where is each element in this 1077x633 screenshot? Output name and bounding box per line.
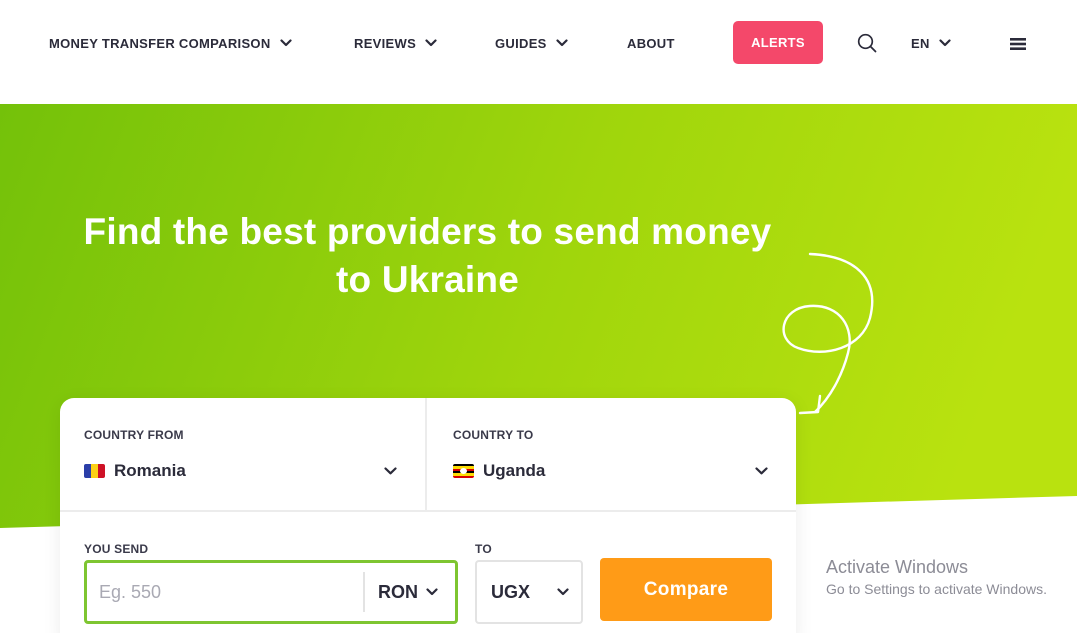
to-label: TO — [475, 542, 492, 556]
compare-button[interactable]: Compare — [600, 558, 772, 621]
send-currency-select[interactable]: RON — [365, 582, 455, 603]
receive-currency-code: UGX — [491, 581, 531, 602]
send-currency-code: RON — [378, 581, 418, 602]
receive-currency-select[interactable]: UGX — [475, 560, 583, 624]
nav-label: REVIEWS — [354, 35, 417, 51]
nav-reviews[interactable]: REVIEWS — [354, 34, 437, 52]
country-to-label: COUNTRY TO — [453, 428, 534, 442]
country-from-select[interactable]: Romania — [84, 460, 397, 482]
country-to-value: Uganda — [483, 461, 546, 480]
chevron-down-icon — [279, 39, 292, 47]
country-to-select[interactable]: Uganda — [453, 460, 768, 482]
swirl-arrow-icon — [782, 252, 874, 415]
hero-title-line-1: Find the best providers to send money — [83, 211, 772, 252]
alerts-button[interactable]: ALERTS — [733, 21, 823, 64]
country-from-label: COUNTRY FROM — [84, 428, 184, 442]
country-from-box: COUNTRY FROM Romania — [60, 398, 427, 510]
chevron-down-icon — [556, 39, 568, 47]
country-to-box: COUNTRY TO Uganda — [429, 398, 796, 510]
card-divider — [60, 510, 796, 512]
chevron-down-icon — [939, 39, 951, 47]
chevron-down-icon — [384, 467, 397, 475]
nav-guides[interactable]: GUIDES — [495, 34, 568, 52]
nav-label: MONEY TRANSFER COMPARISON — [49, 35, 271, 51]
chevron-down-icon — [755, 467, 768, 475]
activate-windows-watermark: Activate Windows Go to Settings to activ… — [826, 556, 1047, 599]
uganda-flag-icon — [453, 464, 474, 478]
chevron-down-icon — [557, 588, 569, 596]
country-from-value: Romania — [114, 461, 186, 480]
language-label: EN — [911, 35, 930, 51]
hero-title: Find the best providers to send money to… — [60, 208, 795, 304]
chevron-down-icon — [426, 588, 438, 596]
romania-flag-icon — [84, 464, 105, 478]
transfer-form-card: COUNTRY FROM Romania COUNTRY TO Uganda Y… — [60, 398, 796, 633]
nav-about[interactable]: ABOUT — [627, 34, 675, 52]
nav-label: GUIDES — [495, 35, 547, 51]
nav-label: ABOUT — [627, 35, 675, 51]
search-icon[interactable] — [857, 33, 877, 53]
menu-icon[interactable] — [1010, 37, 1026, 50]
watermark-subtitle: Go to Settings to activate Windows. — [826, 581, 1047, 597]
language-selector[interactable]: EN — [911, 34, 951, 52]
watermark-title: Activate Windows — [826, 557, 969, 577]
nav-money-transfer-comparison[interactable]: MONEY TRANSFER COMPARISON — [49, 34, 292, 52]
hero-title-line-2: to Ukraine — [336, 259, 519, 300]
amount-input[interactable] — [87, 563, 363, 621]
you-send-label: YOU SEND — [84, 542, 149, 556]
chevron-down-icon — [425, 39, 437, 47]
amount-field-box: RON — [84, 560, 458, 624]
site-header: MONEY TRANSFER COMPARISON REVIEWS GUIDES… — [0, 0, 1077, 104]
